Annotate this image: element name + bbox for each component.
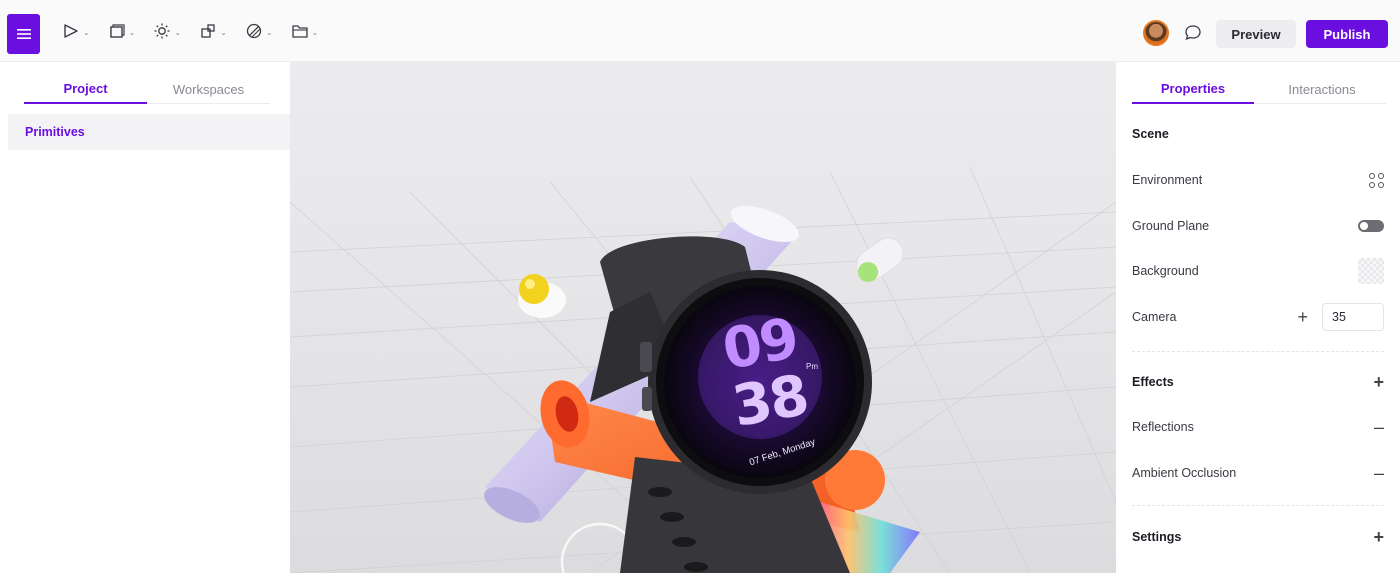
user-avatar[interactable] <box>1143 20 1169 46</box>
light-tool-button[interactable]: ⌄ <box>153 22 181 40</box>
remove-ambient-occlusion-icon[interactable]: – <box>1374 464 1384 482</box>
add-setting-icon[interactable]: + <box>1373 528 1384 546</box>
scene-section-header: Scene <box>1132 122 1384 146</box>
camera-controls: + <box>1297 303 1384 331</box>
camera-label: Camera <box>1132 310 1177 324</box>
chevron-down-icon: ⌄ <box>265 27 273 37</box>
background-row: Background <box>1132 258 1384 284</box>
folder-icon <box>291 25 308 38</box>
watch-minute: 38 <box>727 363 812 440</box>
environment-row: Environment <box>1132 168 1384 192</box>
right-panel-tabs: Properties Interactions <box>1132 74 1386 104</box>
left-panel-tabs: Project Workspaces <box>24 74 270 104</box>
left-panel: Project Workspaces Primitives <box>0 62 290 573</box>
yellow-ball <box>518 274 566 318</box>
tab-workspaces[interactable]: Workspaces <box>147 74 270 104</box>
effects-section-header: Effects + <box>1132 370 1384 394</box>
tab-project[interactable]: Project <box>24 74 147 104</box>
section-divider <box>1132 505 1384 506</box>
preview-button[interactable]: Preview <box>1216 20 1296 48</box>
scene-heading: Scene <box>1132 127 1169 141</box>
section-divider <box>1132 351 1384 352</box>
hamburger-menu-button[interactable] <box>7 14 40 54</box>
ground-plane-row: Ground Plane <box>1132 214 1384 238</box>
comment-icon[interactable] <box>1183 23 1203 43</box>
add-effect-icon[interactable]: + <box>1373 373 1384 391</box>
material-icon <box>246 23 261 39</box>
remove-reflections-icon[interactable]: – <box>1374 418 1384 436</box>
frame-tool-button[interactable]: ⌄ <box>108 22 136 40</box>
settings-heading: Settings <box>1132 530 1182 544</box>
hamburger-icon <box>16 29 31 39</box>
frame-icon <box>110 24 125 38</box>
add-camera-icon[interactable]: + <box>1297 308 1308 326</box>
chevron-down-icon: ⌄ <box>128 27 136 37</box>
reflections-label: Reflections <box>1132 420 1194 434</box>
ground-plane-label: Ground Plane <box>1132 219 1210 233</box>
tab-properties[interactable]: Properties <box>1132 74 1254 104</box>
3d-viewport[interactable]: 09 38 Pm 07 Feb, Monday <box>290 62 1116 573</box>
right-panel: Properties Interactions Scene Environmen… <box>1116 62 1400 573</box>
tree-item-primitives[interactable]: Primitives <box>8 114 290 150</box>
shapes-tool-button[interactable]: ⌄ <box>199 22 227 40</box>
settings-section-header: Settings + <box>1132 525 1384 549</box>
watch-ampm: Pm <box>806 362 818 371</box>
select-tool-button[interactable]: ⌄ <box>62 22 90 40</box>
shapes-icon <box>201 24 215 38</box>
top-toolbar: ⌄ ⌄ ⌄ ⌄ ⌄ ⌄ Preview Publish <box>0 0 1400 62</box>
environment-label: Environment <box>1132 173 1203 187</box>
viewport-canvas <box>290 166 1116 573</box>
chevron-down-icon: ⌄ <box>220 27 227 37</box>
sun-icon <box>154 23 170 39</box>
tool-group: ⌄ ⌄ ⌄ ⌄ ⌄ ⌄ <box>62 22 318 40</box>
folder-tool-button[interactable]: ⌄ <box>291 22 319 40</box>
chevron-down-icon: ⌄ <box>311 27 319 37</box>
green-pill <box>856 237 904 282</box>
chevron-down-icon: ⌄ <box>174 27 182 37</box>
tab-interactions[interactable]: Interactions <box>1258 74 1386 104</box>
camera-fov-input[interactable] <box>1322 303 1384 331</box>
ground-plane-toggle[interactable] <box>1358 220 1384 232</box>
chevron-down-icon: ⌄ <box>83 27 90 37</box>
background-color-swatch[interactable] <box>1358 258 1384 284</box>
material-tool-button[interactable]: ⌄ <box>245 22 273 40</box>
camera-row: Camera + <box>1132 303 1384 331</box>
effects-heading: Effects <box>1132 375 1174 389</box>
ambient-occlusion-label: Ambient Occlusion <box>1132 466 1237 480</box>
environment-presets-icon[interactable] <box>1369 172 1384 188</box>
reflections-row: Reflections – <box>1132 415 1384 439</box>
publish-button[interactable]: Publish <box>1306 20 1388 48</box>
ambient-occlusion-row: Ambient Occlusion – <box>1132 461 1384 485</box>
cursor-icon <box>64 24 78 38</box>
background-label: Background <box>1132 264 1199 278</box>
